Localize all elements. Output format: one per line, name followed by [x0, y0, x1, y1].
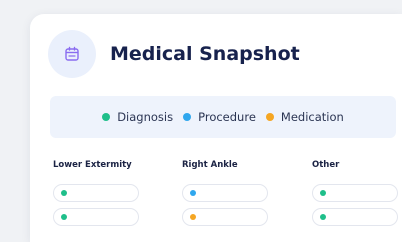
entry-pill[interactable]: [312, 208, 398, 226]
calendar-icon: [65, 46, 79, 61]
entry-pill[interactable]: [53, 184, 139, 202]
diagnosis-dot: [320, 214, 326, 220]
legend-item-diagnosis: Diagnosis: [102, 110, 173, 124]
header-icon-circle: [48, 30, 96, 78]
diagnosis-dot: [102, 113, 111, 121]
legend-label: Medication: [280, 110, 344, 124]
procedure-dot: [190, 190, 196, 196]
diagnosis-dot: [320, 190, 326, 196]
entry-pill[interactable]: [53, 208, 139, 226]
legend-item-medication: Medication: [265, 110, 344, 124]
entry-pill[interactable]: [182, 184, 268, 202]
medical-snapshot-card: Medical Snapshot Diagnosis Procedure Med…: [30, 14, 402, 242]
legend-item-procedure: Procedure: [183, 110, 256, 124]
page-title: Medical Snapshot: [110, 43, 300, 65]
entry-pill[interactable]: [182, 208, 268, 226]
legend-label: Procedure: [198, 110, 256, 124]
legend: Diagnosis Procedure Medication: [50, 96, 396, 138]
entry-pill[interactable]: [312, 184, 398, 202]
medication-dot: [190, 214, 196, 220]
column-header-right-ankle: Right Ankle: [182, 160, 238, 170]
medication-dot: [265, 113, 274, 121]
diagnosis-dot: [61, 214, 67, 220]
legend-label: Diagnosis: [117, 110, 174, 124]
diagnosis-dot: [61, 190, 67, 196]
column-header-lower-extremity: Lower Extermity: [53, 160, 132, 170]
procedure-dot: [183, 113, 192, 121]
column-header-other: Other: [312, 160, 340, 170]
